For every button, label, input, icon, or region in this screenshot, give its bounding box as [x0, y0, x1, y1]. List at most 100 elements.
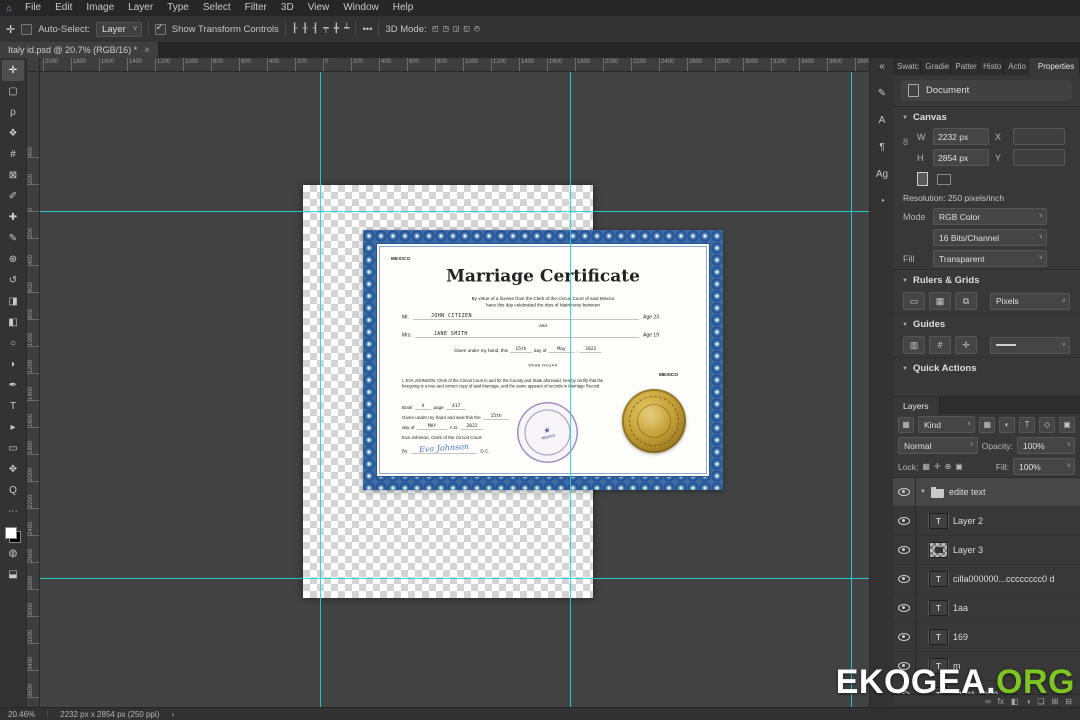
visibility-toggle[interactable] — [893, 681, 916, 694]
menu-item-layer[interactable]: Layer — [121, 0, 160, 16]
landscape-orientation-icon[interactable] — [937, 174, 951, 185]
align-bottom-icon[interactable]: ┷ — [344, 24, 349, 34]
foreground-background-colors[interactable] — [5, 527, 21, 543]
toggle-guides-icon[interactable]: ▥ — [903, 336, 925, 354]
menu-item-3d[interactable]: 3D — [274, 0, 301, 16]
panel-tab-patter[interactable]: Patter — [951, 58, 979, 75]
type-tool[interactable]: T — [2, 396, 24, 417]
quick-actions-section-header[interactable]: ▼ Quick Actions — [893, 357, 1080, 377]
fill-opacity-field[interactable]: 100% — [1013, 458, 1075, 475]
move-tool[interactable]: ✛ — [2, 60, 24, 81]
certificate-image[interactable]: MEXICO Marriage Certificate By virtue of… — [363, 230, 723, 490]
visibility-toggle[interactable] — [893, 594, 916, 622]
zoom-level[interactable]: 20.46% — [8, 710, 35, 719]
guide-vertical[interactable] — [320, 71, 321, 708]
rulers-grids-section-header[interactable]: ▼ Rulers & Grids — [893, 269, 1080, 289]
bit-depth-dropdown[interactable]: 16 Bits/Channel — [933, 229, 1047, 246]
visibility-toggle[interactable] — [893, 623, 916, 651]
visibility-toggle[interactable] — [893, 536, 916, 564]
height-field[interactable]: 2854 px — [933, 149, 989, 166]
link-layers-icon[interactable]: ∞ — [985, 697, 991, 706]
horizontal-ruler[interactable]: 2000180016001400120010008006004002000200… — [39, 58, 869, 72]
quick-selection-tool[interactable]: ❖ — [2, 123, 24, 144]
3d-zoom-icon[interactable]: ◴ — [474, 24, 479, 34]
x-field[interactable] — [1013, 128, 1065, 145]
3d-roll-icon[interactable]: ◳ — [443, 24, 448, 34]
lock-guides-icon[interactable]: # — [929, 336, 951, 354]
auto-select-checkbox[interactable] — [21, 24, 32, 35]
quick-mask-icon[interactable]: ◍ — [2, 543, 24, 564]
adjustment-layer-icon[interactable]: ◑ — [1026, 697, 1031, 706]
eraser-tool[interactable]: ◨ — [2, 291, 24, 312]
guides-section-header[interactable]: ▼ Guides — [893, 313, 1080, 333]
delete-layer-icon[interactable]: ⊟ — [1065, 697, 1072, 706]
type-filter-icon[interactable]: T — [1019, 417, 1035, 433]
menu-item-type[interactable]: Type — [160, 0, 196, 16]
crop-tool[interactable]: # — [2, 144, 24, 165]
toggle-snap-icon[interactable]: ⧉ — [955, 292, 977, 310]
brush-settings-icon[interactable]: ✎ — [878, 88, 886, 102]
align-center-h-icon[interactable]: ╂ — [302, 24, 307, 34]
layer-row[interactable]: Tcilla000000...cccccccc0 d — [893, 565, 1080, 594]
layer-effects-icon[interactable]: fx — [998, 697, 1004, 706]
menu-item-window[interactable]: Window — [336, 0, 386, 16]
blend-mode-dropdown[interactable]: Normal — [898, 437, 978, 454]
filter-type-icon[interactable]: ▦ — [898, 417, 914, 433]
app-icon[interactable]: ⌂ — [0, 3, 18, 13]
pen-tool[interactable]: ✒ — [2, 375, 24, 396]
align-top-icon[interactable]: ┯ — [323, 24, 328, 34]
character-panel-icon[interactable]: A — [879, 115, 886, 129]
ruler-corner[interactable] — [26, 58, 40, 72]
layer-group-icon[interactable]: ❑ — [1037, 697, 1044, 706]
opacity-field[interactable]: 100% — [1017, 437, 1075, 454]
path-selection-tool[interactable]: ▸ — [2, 417, 24, 438]
guide-vertical[interactable] — [851, 71, 852, 708]
layer-row[interactable]: Tm — [893, 652, 1080, 681]
frame-tool[interactable]: ⊠ — [2, 165, 24, 186]
glyphs-panel-icon[interactable]: Ag — [876, 169, 888, 183]
layer-row[interactable]: TLayer 2 — [893, 507, 1080, 536]
eyedropper-tool[interactable]: ✐ — [2, 186, 24, 207]
align-left-icon[interactable]: ┠ — [292, 24, 297, 34]
zoom-tool[interactable]: Q — [2, 480, 24, 501]
hand-tool[interactable]: ✥ — [2, 459, 24, 480]
lock-image-icon[interactable]: ⊕ — [945, 462, 952, 471]
panel-tab-swatc[interactable]: Swatc — [893, 58, 921, 75]
pasteboard[interactable]: MEXICO Marriage Certificate By virtue of… — [39, 71, 869, 708]
vertical-ruler[interactable]: 4002000200400600800100012001400160018002… — [26, 71, 40, 708]
show-transform-checkbox[interactable] — [155, 24, 166, 35]
lock-position-icon[interactable]: ✛ — [934, 462, 941, 471]
menu-item-edit[interactable]: Edit — [48, 0, 79, 16]
lock-all-icon[interactable]: ▣ — [955, 462, 963, 471]
panel-tab-properties[interactable]: Properties — [1029, 58, 1080, 75]
visibility-toggle[interactable] — [893, 478, 916, 506]
shape-filter-icon[interactable]: ◇ — [1039, 417, 1055, 433]
collapse-dock-icon[interactable]: « — [879, 61, 885, 75]
visibility-toggle[interactable] — [893, 507, 916, 535]
clone-stamp-tool[interactable]: ⊕ — [2, 249, 24, 270]
brush-tool[interactable]: ✎ — [2, 228, 24, 249]
lock-transparent-icon[interactable]: ▦ — [922, 462, 930, 471]
edit-toolbar-icon[interactable]: ⋯ — [2, 501, 24, 522]
portrait-orientation-icon[interactable] — [917, 172, 928, 186]
dodge-tool[interactable]: ◗ — [2, 354, 24, 375]
canvas-fill-dropdown[interactable]: Transparent — [933, 250, 1047, 267]
auto-select-dropdown[interactable]: Layer — [96, 22, 142, 37]
align-middle-icon[interactable]: ╋ — [334, 24, 339, 34]
panel-tab-gradie[interactable]: Gradie — [921, 58, 951, 75]
blur-tool[interactable]: ○ — [2, 333, 24, 354]
guide-horizontal[interactable] — [39, 578, 869, 579]
pixel-filter-icon[interactable]: ▦ — [979, 417, 995, 433]
layer-mask-icon[interactable]: ◧ — [1011, 697, 1019, 706]
document-properties-row[interactable]: Document — [901, 80, 1072, 101]
menu-item-filter[interactable]: Filter — [238, 0, 274, 16]
3d-slide-icon[interactable]: ◱ — [464, 24, 469, 34]
clone-source-icon[interactable]: ◔ — [879, 196, 885, 210]
menu-item-image[interactable]: Image — [79, 0, 121, 16]
foreground-color-swatch[interactable] — [5, 527, 17, 539]
link-dimensions-icon[interactable]: 8 — [903, 137, 908, 147]
visibility-toggle[interactable] — [893, 652, 916, 680]
marquee-tool[interactable]: ▢ — [2, 81, 24, 102]
clear-guides-icon[interactable]: ✛ — [955, 336, 977, 354]
healing-brush-tool[interactable]: ✚ — [2, 207, 24, 228]
